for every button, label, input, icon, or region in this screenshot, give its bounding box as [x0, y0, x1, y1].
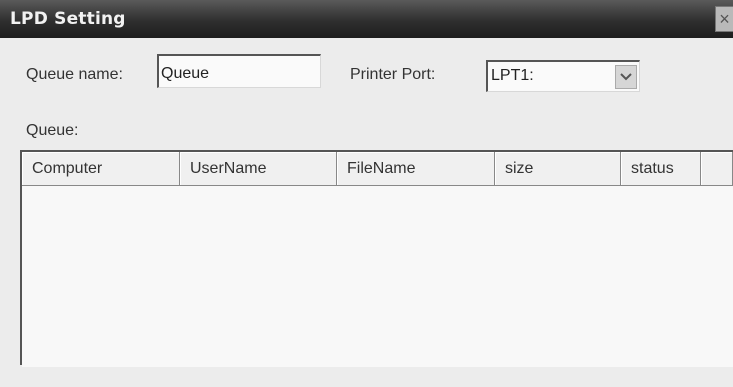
column-header-size[interactable]: size — [495, 152, 621, 186]
chevron-down-icon — [620, 73, 632, 81]
close-icon: × — [719, 9, 730, 29]
queue-list-label: Queue: — [26, 122, 79, 139]
queue-list[interactable]: Computer UserName FileName size status — [20, 150, 733, 367]
queue-list-header: Computer UserName FileName size status — [22, 152, 733, 186]
title-bar: LPD Setting × — [0, 0, 733, 38]
printer-port-select[interactable]: LPT1: — [486, 60, 640, 92]
column-header-status[interactable]: status — [621, 152, 701, 186]
queue-list-body — [22, 186, 733, 367]
printer-port-dropdown-button[interactable] — [615, 65, 637, 89]
queue-name-input[interactable] — [157, 54, 321, 88]
column-header-username[interactable]: UserName — [180, 152, 337, 186]
printer-port-value: LPT1: — [491, 67, 534, 84]
close-button[interactable]: × — [715, 6, 733, 32]
window-title: LPD Setting — [10, 9, 126, 29]
column-header-filename[interactable]: FileName — [337, 152, 495, 186]
printer-port-label: Printer Port: — [350, 66, 436, 83]
column-header-computer[interactable]: Computer — [22, 152, 180, 186]
column-header-filler — [701, 152, 733, 186]
queue-name-label: Queue name: — [26, 66, 123, 83]
